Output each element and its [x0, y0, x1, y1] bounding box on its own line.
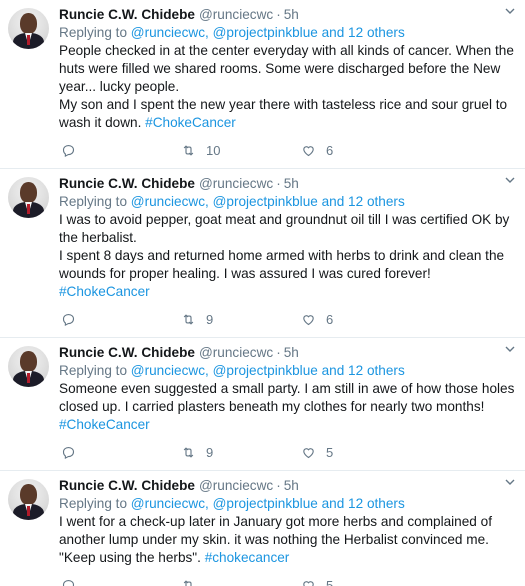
heart-icon	[303, 580, 314, 586]
retweet-icon	[183, 446, 194, 458]
replying-users-link[interactable]: @runciecwc, @projectpinkblue and 12 othe…	[131, 25, 405, 40]
hashtag-link[interactable]: #ChokeCancer	[59, 417, 150, 432]
tweet-actions: 9 5	[59, 434, 517, 470]
replying-to: Replying to @runciecwc, @projectpinkblue…	[59, 494, 517, 513]
separator-dot: ·	[276, 478, 281, 493]
avatar[interactable]	[8, 346, 49, 387]
reply-button[interactable]	[61, 143, 181, 158]
retweet-button[interactable]: 10	[181, 143, 301, 158]
reply-button[interactable]	[61, 578, 181, 586]
like-count: 5	[326, 577, 334, 586]
like-button[interactable]: 5	[301, 578, 421, 586]
tweet-time[interactable]: 5h	[284, 344, 299, 361]
author-handle[interactable]: @runciecwc	[199, 6, 273, 23]
avatar[interactable]	[8, 479, 49, 520]
tweet-header: Runcie C.W. Chidebe @runciecwc · 5h	[59, 175, 517, 192]
chevron-down-icon[interactable]	[505, 344, 515, 354]
tweet-text-line: "Keep using the herbs".	[59, 550, 201, 565]
tweet-header: Runcie C.W. Chidebe @runciecwc · 5h	[59, 477, 517, 494]
heart-icon	[303, 447, 314, 458]
chevron-down-icon[interactable]	[505, 6, 515, 16]
tweet[interactable]: Runcie C.W. Chidebe @runciecwc · 5h Repl…	[0, 169, 525, 338]
avatar[interactable]	[8, 8, 49, 49]
tweet-time[interactable]: 5h	[284, 477, 299, 494]
author-handle[interactable]: @runciecwc	[199, 477, 273, 494]
author-name[interactable]: Runcie C.W. Chidebe	[59, 477, 195, 494]
replying-users-link[interactable]: @runciecwc, @projectpinkblue and 12 othe…	[131, 194, 405, 209]
like-count: 6	[326, 142, 334, 158]
tweet-text-line: Someone even suggested a small party. I …	[59, 381, 515, 414]
tweet-header: Runcie C.W. Chidebe @runciecwc · 5h	[59, 6, 517, 23]
retweet-icon	[183, 579, 192, 586]
tweet-text-line: My son and I spent the new year there wi…	[59, 97, 508, 130]
tweet-text-line: People checked in at the center everyday…	[59, 43, 514, 94]
author-handle[interactable]: @runciecwc	[199, 344, 273, 361]
author-name[interactable]: Runcie C.W. Chidebe	[59, 175, 195, 192]
tweet-text: Someone even suggested a small party. I …	[59, 380, 517, 434]
hashtag-link[interactable]: #ChokeCancer	[59, 284, 150, 299]
retweet-count: 9	[206, 311, 214, 327]
replying-label: Replying to	[59, 363, 128, 378]
separator-dot: ·	[276, 7, 281, 22]
reply-icon	[62, 144, 75, 157]
tweet-time[interactable]: 5h	[284, 6, 299, 23]
separator-dot: ·	[276, 176, 281, 191]
replying-users-link[interactable]: @runciecwc, @projectpinkblue and 12 othe…	[131, 363, 405, 378]
tweet[interactable]: Runcie C.W. Chidebe @runciecwc · 5h Repl…	[0, 338, 525, 471]
tweet-actions: 5	[59, 567, 517, 586]
tweet-text: I was to avoid pepper, goat meat and gro…	[59, 211, 517, 301]
tweet-actions: 10 6	[59, 132, 517, 168]
retweet-button[interactable]	[181, 578, 301, 586]
retweet-count: 9	[206, 444, 214, 460]
retweet-button[interactable]: 9	[181, 445, 301, 460]
heart-icon	[303, 145, 314, 156]
replying-label: Replying to	[59, 194, 128, 209]
tweet-text-line: I was to avoid pepper, goat meat and gro…	[59, 212, 510, 245]
replying-label: Replying to	[59, 25, 128, 40]
retweet-icon	[183, 313, 194, 325]
retweet-count: 10	[206, 142, 221, 158]
tweet-time[interactable]: 5h	[284, 175, 299, 192]
like-button[interactable]: 6	[301, 143, 421, 158]
tweet-text: I went for a check-up later in January g…	[59, 513, 517, 567]
tweet-actions: 9 6	[59, 301, 517, 337]
replying-label: Replying to	[59, 496, 128, 511]
hashtag-link[interactable]: #ChokeCancer	[145, 115, 236, 130]
replying-to: Replying to @runciecwc, @projectpinkblue…	[59, 192, 517, 211]
replying-to: Replying to @runciecwc, @projectpinkblue…	[59, 361, 517, 380]
reply-icon	[62, 446, 75, 459]
avatar[interactable]	[8, 177, 49, 218]
replying-users-link[interactable]: @runciecwc, @projectpinkblue and 12 othe…	[131, 496, 405, 511]
reply-icon	[62, 313, 75, 326]
hashtag-link[interactable]: #chokecancer	[205, 550, 290, 565]
author-handle[interactable]: @runciecwc	[199, 175, 273, 192]
author-name[interactable]: Runcie C.W. Chidebe	[59, 6, 195, 23]
heart-icon	[303, 314, 314, 325]
chevron-down-icon[interactable]	[505, 175, 515, 185]
like-count: 6	[326, 311, 334, 327]
tweet-text-line: I spent 8 days and returned home armed w…	[59, 248, 505, 281]
reply-icon	[62, 579, 75, 586]
chevron-down-icon[interactable]	[505, 477, 515, 487]
retweet-button[interactable]: 9	[181, 312, 301, 327]
separator-dot: ·	[276, 345, 281, 360]
tweet-header: Runcie C.W. Chidebe @runciecwc · 5h	[59, 344, 517, 361]
reply-button[interactable]	[61, 445, 181, 460]
like-button[interactable]: 5	[301, 445, 421, 460]
like-count: 5	[326, 444, 334, 460]
retweet-icon	[183, 144, 194, 156]
like-button[interactable]: 6	[301, 312, 421, 327]
tweet[interactable]: Runcie C.W. Chidebe @runciecwc · 5h Repl…	[0, 471, 525, 586]
tweet-text: People checked in at the center everyday…	[59, 42, 517, 132]
tweet-text-line: I went for a check-up later in January g…	[59, 514, 492, 547]
tweet-thread: Runcie C.W. Chidebe @runciecwc · 5h Repl…	[0, 0, 525, 586]
author-name[interactable]: Runcie C.W. Chidebe	[59, 344, 195, 361]
replying-to: Replying to @runciecwc, @projectpinkblue…	[59, 23, 517, 42]
reply-button[interactable]	[61, 312, 181, 327]
tweet[interactable]: Runcie C.W. Chidebe @runciecwc · 5h Repl…	[0, 0, 525, 169]
